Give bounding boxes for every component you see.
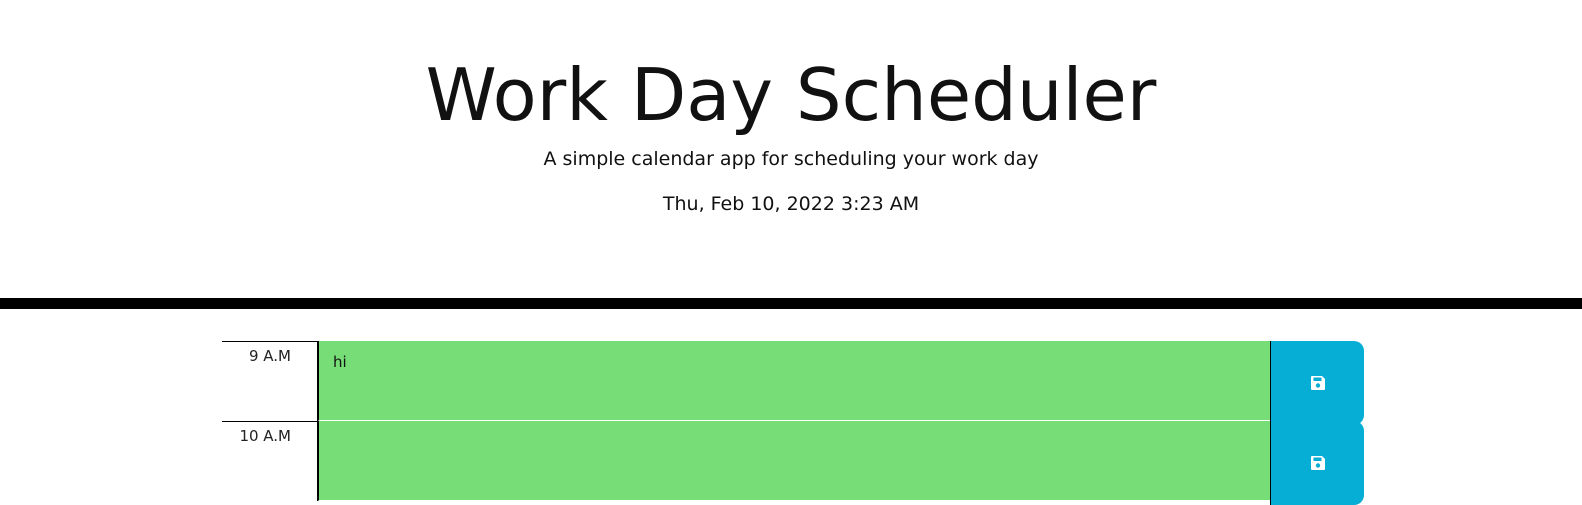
- event-description-input[interactable]: [318, 421, 1271, 501]
- save-button[interactable]: [1270, 341, 1364, 425]
- header: Work Day Scheduler A simple calendar app…: [0, 0, 1582, 298]
- page-subtitle: A simple calendar app for scheduling you…: [543, 148, 1039, 170]
- current-date: Thu, Feb 10, 2022 3:23 AM: [662, 193, 920, 215]
- save-button[interactable]: [1270, 421, 1364, 505]
- time-block-10am: 10 A.M: [222, 421, 1364, 505]
- hour-label: 10 A.M: [222, 421, 318, 501]
- floppy-disk-icon: [1310, 456, 1325, 470]
- time-block-9am: 9 A.M: [222, 341, 1364, 425]
- page-title: Work Day Scheduler: [425, 53, 1157, 137]
- hour-label: 9 A.M: [222, 341, 318, 421]
- header-divider: [0, 298, 1582, 309]
- floppy-disk-icon: [1310, 376, 1325, 390]
- event-description-input[interactable]: [318, 341, 1271, 421]
